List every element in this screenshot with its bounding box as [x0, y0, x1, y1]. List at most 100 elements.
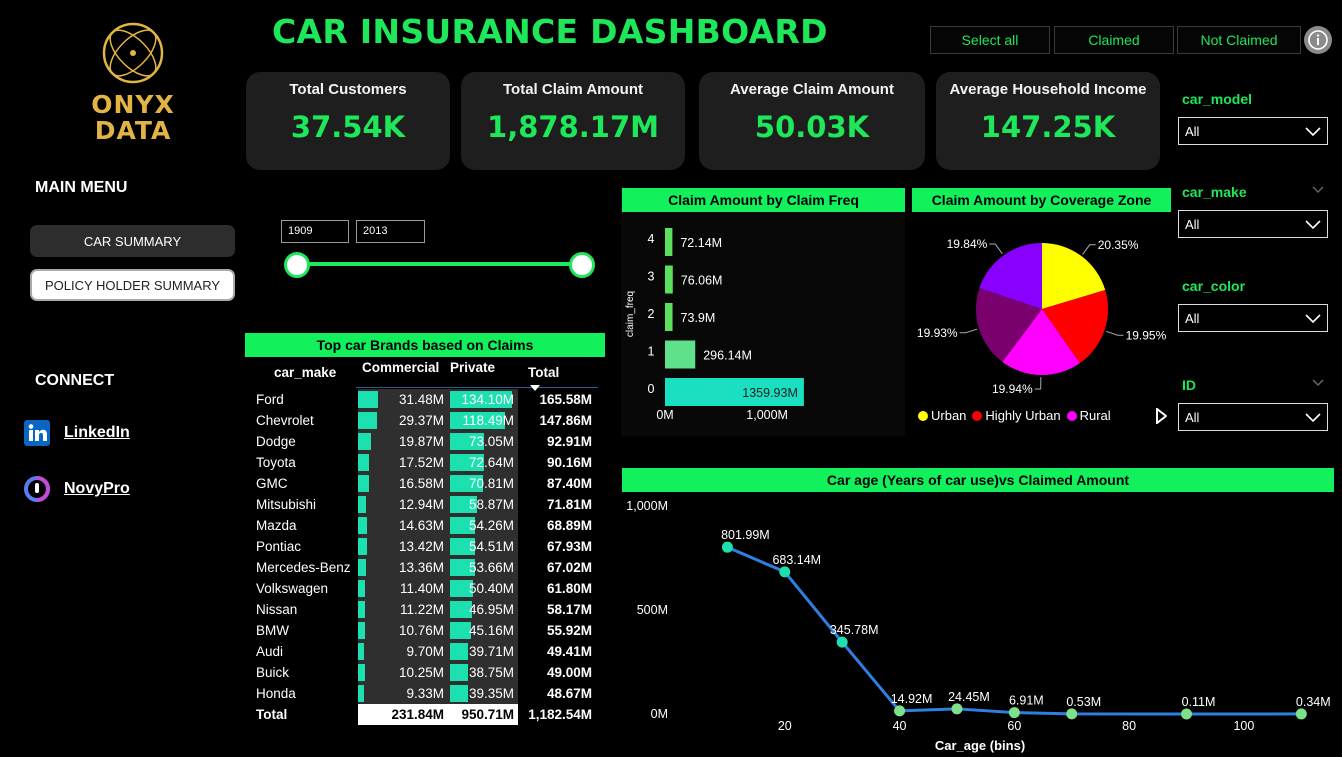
main-menu-title: MAIN MENU: [35, 179, 128, 196]
header-commercial[interactable]: Commercial: [358, 357, 450, 387]
header-car-make[interactable]: car_make: [250, 365, 358, 380]
age-chart-title: Car age (Years of car use)vs Claimed Amo…: [622, 468, 1334, 492]
table-row[interactable]: BMW 10.76M 45.16M 55.92M: [250, 620, 600, 641]
table-row[interactable]: Dodge 19.87M 73.05M 92.91M: [250, 431, 600, 452]
info-icon[interactable]: [1304, 26, 1332, 54]
dashboard-title: CAR INSURANCE DASHBOARD: [272, 12, 828, 51]
cell-commercial: 13.42M: [358, 536, 450, 557]
table-row[interactable]: Mitsubishi 12.94M 58.87M 71.81M: [250, 494, 600, 515]
cell-commercial: 13.36M: [358, 557, 450, 578]
table-row[interactable]: Buick 10.25M 38.75M 49.00M: [250, 662, 600, 683]
table-row[interactable]: Toyota 17.52M 72.64M 90.16M: [250, 452, 600, 473]
novypro-label[interactable]: NovyPro: [64, 480, 130, 498]
legend-item[interactable]: Highly Urban: [972, 408, 1061, 423]
header-private[interactable]: Private: [450, 357, 518, 387]
table-row[interactable]: Volkswagen 11.40M 50.40M 61.80M: [250, 578, 600, 599]
pie-leader-line: [1082, 244, 1096, 255]
collapse-chevron-icon[interactable]: [1312, 379, 1324, 387]
kpi-label: Total Customers: [289, 81, 407, 98]
novypro-link[interactable]: NovyPro: [24, 476, 130, 502]
year-slider-end-handle[interactable]: [569, 252, 595, 278]
table-row[interactable]: Ford 31.48M 134.10M 165.58M: [250, 389, 600, 410]
cell-car-make: Buick: [256, 665, 290, 680]
table-row[interactable]: Audi 9.70M 39.71M 49.41M: [250, 641, 600, 662]
cell-total: 147.86M: [539, 413, 592, 428]
claim-freq-category-label: 3: [648, 270, 655, 284]
pie-data-label: 19.84%: [947, 237, 988, 251]
table-row[interactable]: GMC 16.58M 70.81M 87.40M: [250, 473, 600, 494]
year-end-input[interactable]: 2013: [356, 220, 425, 243]
linkedin-label[interactable]: LinkedIn: [64, 424, 130, 442]
table-row[interactable]: Nissan 11.22M 46.95M 58.17M: [250, 599, 600, 620]
table-row[interactable]: Pontiac 13.42M 54.51M 67.93M: [250, 536, 600, 557]
commercial-value: 31.48M: [398, 392, 444, 407]
car-color-dropdown[interactable]: All: [1178, 304, 1328, 332]
kpi-value: 50.03K: [754, 110, 870, 144]
kpi-label: Average Household Income: [949, 81, 1147, 98]
claimed-button[interactable]: Claimed: [1054, 26, 1174, 54]
car-model-dropdown[interactable]: All: [1178, 117, 1328, 145]
age-data-point: [951, 703, 963, 715]
legend-next-icon[interactable]: [1155, 408, 1167, 424]
kpi-label: Total Claim Amount: [503, 81, 643, 98]
commercial-value: 29.37M: [398, 413, 444, 428]
id-dropdown[interactable]: All: [1178, 403, 1328, 431]
cell-commercial: 17.52M: [358, 452, 450, 473]
collapse-chevron-icon[interactable]: [1312, 186, 1324, 194]
cell-total: 67.93M: [546, 539, 592, 554]
table-row[interactable]: Chevrolet 29.37M 118.49M 147.86M: [250, 410, 600, 431]
car-summary-button[interactable]: CAR SUMMARY: [30, 225, 235, 257]
logo-line1: ONYX: [91, 90, 175, 119]
commercial-bar: [358, 559, 367, 576]
cell-private: 53.66M: [450, 557, 518, 578]
cell-total: 71.81M: [546, 497, 592, 512]
pie-leader-line: [1106, 330, 1124, 336]
cell-private: 72.64M: [450, 452, 518, 473]
legend-item[interactable]: Rural: [1066, 408, 1111, 423]
private-value: 45.16M: [468, 623, 514, 638]
car-make-dropdown[interactable]: All: [1178, 210, 1328, 238]
commercial-value: 10.25M: [398, 665, 444, 680]
table-total-row: Total 231.84M 950.71M 1,182.54M: [250, 704, 600, 725]
cell-commercial: 31.48M: [358, 389, 450, 410]
linkedin-link[interactable]: LinkedIn: [24, 420, 130, 446]
commercial-value: 9.70M: [406, 644, 444, 659]
cell-car-make: BMW: [256, 623, 289, 638]
brands-table-title: Top car Brands based on Claims: [245, 333, 605, 357]
not-claimed-button[interactable]: Not Claimed: [1177, 26, 1301, 54]
select-all-button[interactable]: Select all: [930, 26, 1050, 54]
legend-dot-icon: [972, 411, 983, 421]
slicer-car-color-label: car_color: [1182, 278, 1246, 294]
age-data-label: 6.91M: [1009, 694, 1044, 708]
private-value: 38.75M: [468, 665, 514, 680]
legend-item[interactable]: Urban: [918, 408, 966, 423]
policy-holder-summary-button[interactable]: POLICY HOLDER SUMMARY: [30, 269, 235, 301]
chevron-down-icon: [1305, 412, 1321, 422]
cell-car-make: Mercedes-Benz: [256, 560, 351, 575]
onyx-data-logo: ONYX DATA: [88, 20, 178, 150]
header-total[interactable]: Total: [518, 365, 596, 391]
pie-data-label: 20.35%: [1098, 238, 1139, 252]
table-row[interactable]: Honda 9.33M 39.35M 48.67M: [250, 683, 600, 704]
cell-total: 49.41M: [546, 644, 592, 659]
brand-rows: Ford 31.48M 134.10M 165.58M Chevrolet 29.37M 1…: [250, 389, 600, 704]
table-row[interactable]: Mercedes-Benz 13.36M 53.66M 67.02M: [250, 557, 600, 578]
year-slider-start-handle[interactable]: [284, 252, 310, 278]
commercial-bar: [358, 622, 365, 639]
kpi-average-household-income: Average Household Income 147.25K: [936, 72, 1160, 170]
age-data-label: 0.11M: [1182, 695, 1216, 709]
claim-freq-bar: [665, 303, 673, 331]
age-data-point: [1066, 708, 1078, 720]
age-x-tick: 40: [893, 719, 907, 733]
year-start-input[interactable]: 1909: [281, 220, 349, 243]
table-row[interactable]: Mazda 14.63M 54.26M 68.89M: [250, 515, 600, 536]
cell-commercial: 12.94M: [358, 494, 450, 515]
total-label: Total: [256, 707, 288, 722]
age-data-label: 801.99M: [721, 528, 770, 542]
year-slider-track[interactable]: [296, 262, 582, 266]
cell-private: 58.87M: [450, 494, 518, 515]
age-data-label: 683.14M: [772, 553, 821, 567]
pie-data-label: 19.95%: [1126, 328, 1167, 342]
age-data-label: 24.45M: [948, 690, 990, 704]
claim-freq-data-label: 76.06M: [681, 274, 723, 288]
